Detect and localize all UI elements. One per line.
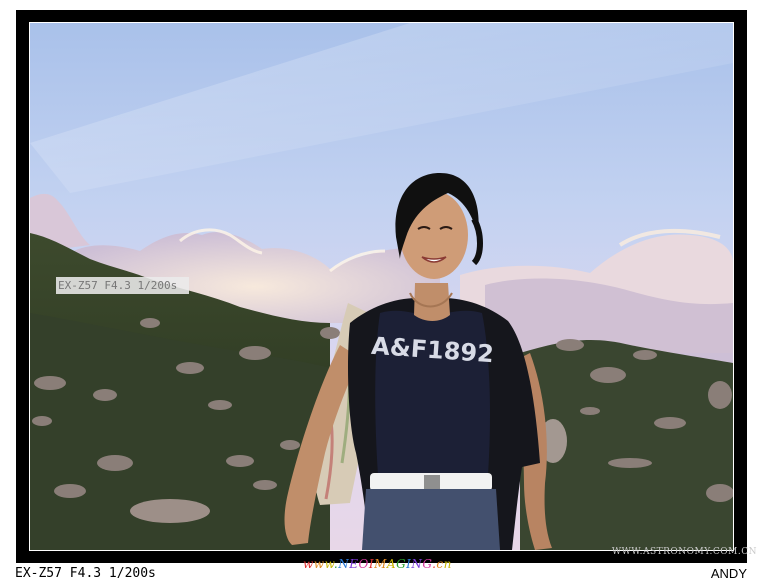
camera-info: EX-Z57 F4.3 1/200s	[15, 566, 156, 581]
exif-overlay: EX-Z57 F4.3 1/200s	[56, 277, 189, 294]
site-watermark: www.NEOIMAGING.cn	[303, 557, 452, 571]
site-watermark-text: www.NEOIMAGING.cn	[303, 557, 452, 571]
jeans	[362, 489, 500, 550]
photographer-credit: ANDY	[710, 566, 747, 581]
corner-watermark: WWW.ASTRONOMY.COM.CN	[611, 547, 757, 557]
